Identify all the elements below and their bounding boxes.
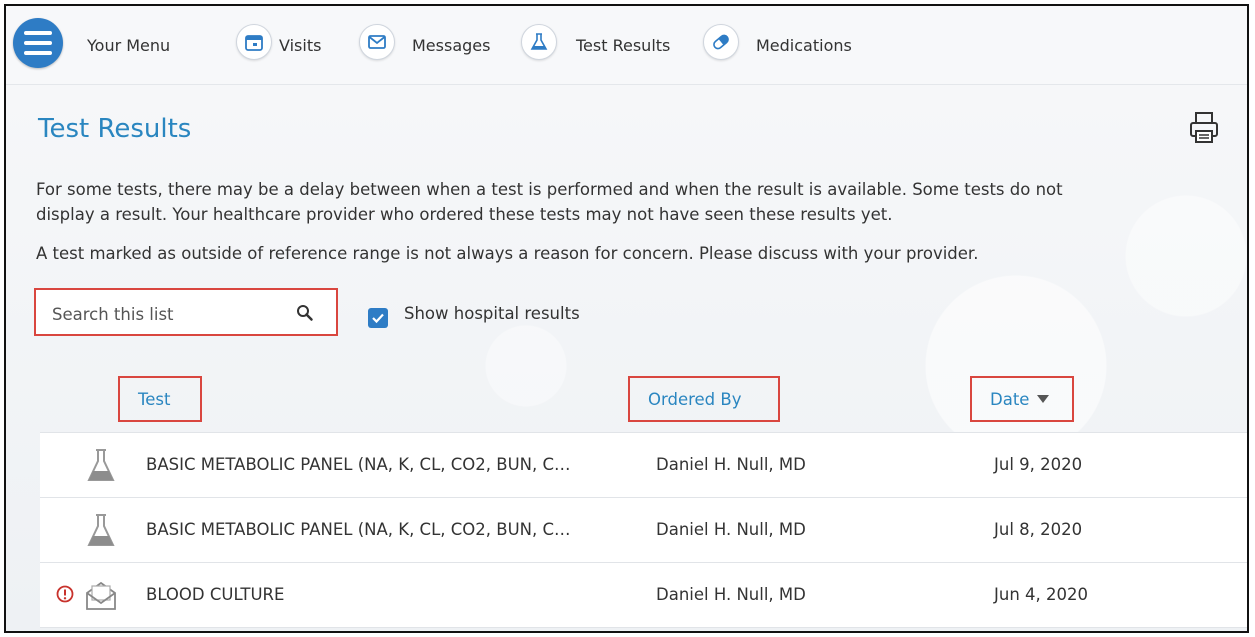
description-line: display a result. Your healthcare provid…	[36, 205, 893, 224]
printer-icon[interactable]	[1188, 110, 1220, 146]
show-hospital-checkbox[interactable]	[368, 308, 388, 328]
column-header-date-label: Date	[990, 389, 1030, 409]
your-menu-link[interactable]: Your Menu	[87, 36, 170, 55]
column-header-test[interactable]: Test	[118, 376, 202, 422]
description-line: A test marked as outside of reference ra…	[36, 244, 979, 263]
search-input[interactable]	[50, 300, 284, 328]
column-header-date[interactable]: Date	[970, 376, 1074, 422]
cell-ordered-by: Daniel H. Null, MD	[656, 520, 806, 539]
menu-button[interactable]	[13, 18, 63, 68]
hamburger-line	[24, 41, 52, 45]
page-title: Test Results	[38, 114, 192, 144]
hamburger-line	[24, 31, 52, 35]
table-row[interactable]: BASIC METABOLIC PANEL (NA, K, CL, CO2, B…	[40, 433, 1247, 498]
cell-ordered-by: Daniel H. Null, MD	[656, 455, 806, 474]
nav-medications[interactable]: Medications	[756, 36, 852, 55]
open-envelope-icon	[86, 581, 116, 610]
cell-date: Jun 4, 2020	[994, 585, 1089, 604]
cell-test-name: BASIC METABOLIC PANEL (NA, K, CL, CO2, B…	[146, 455, 571, 474]
cell-test-name: BLOOD CULTURE	[146, 585, 285, 604]
description-line: For some tests, there may be a delay bet…	[36, 180, 1063, 199]
nav-test-results[interactable]: Test Results	[576, 36, 670, 55]
cell-test-name: BASIC METABOLIC PANEL (NA, K, CL, CO2, B…	[146, 520, 571, 539]
cell-date: Jul 8, 2020	[994, 520, 1083, 539]
nav-messages[interactable]: Messages	[412, 36, 490, 55]
hamburger-line	[24, 51, 52, 55]
column-header-test-label: Test	[138, 389, 171, 409]
calendar-icon[interactable]	[236, 24, 272, 60]
nav-visits[interactable]: Visits	[279, 36, 321, 55]
checkmark-icon	[372, 313, 384, 324]
table-row[interactable]: BASIC METABOLIC PANEL (NA, K, CL, CO2, B…	[40, 498, 1247, 563]
flask-icon	[87, 514, 115, 546]
app-frame: Your Menu Visits Messages Test Results M…	[4, 4, 1249, 633]
table-row[interactable]: BLOOD CULTURE Daniel H. Null, MD Jun 4, …	[40, 563, 1247, 628]
show-hospital-label[interactable]: Show hospital results	[404, 304, 580, 323]
alert-icon	[56, 585, 74, 603]
envelope-icon[interactable]	[359, 24, 395, 60]
flask-icon	[87, 449, 115, 481]
search-box	[34, 288, 338, 336]
column-header-ordered-by[interactable]: Ordered By	[628, 376, 780, 422]
sort-descending-icon	[1037, 395, 1050, 403]
cell-ordered-by: Daniel H. Null, MD	[656, 585, 806, 604]
pills-icon[interactable]	[703, 24, 739, 60]
column-header-ordered-by-label: Ordered By	[648, 389, 742, 409]
cell-date: Jul 9, 2020	[994, 455, 1083, 474]
flask-icon[interactable]	[521, 24, 557, 60]
results-table: BASIC METABOLIC PANEL (NA, K, CL, CO2, B…	[40, 432, 1247, 628]
search-icon[interactable]	[296, 304, 314, 322]
top-navigation: Your Menu Visits Messages Test Results M…	[6, 6, 1247, 85]
